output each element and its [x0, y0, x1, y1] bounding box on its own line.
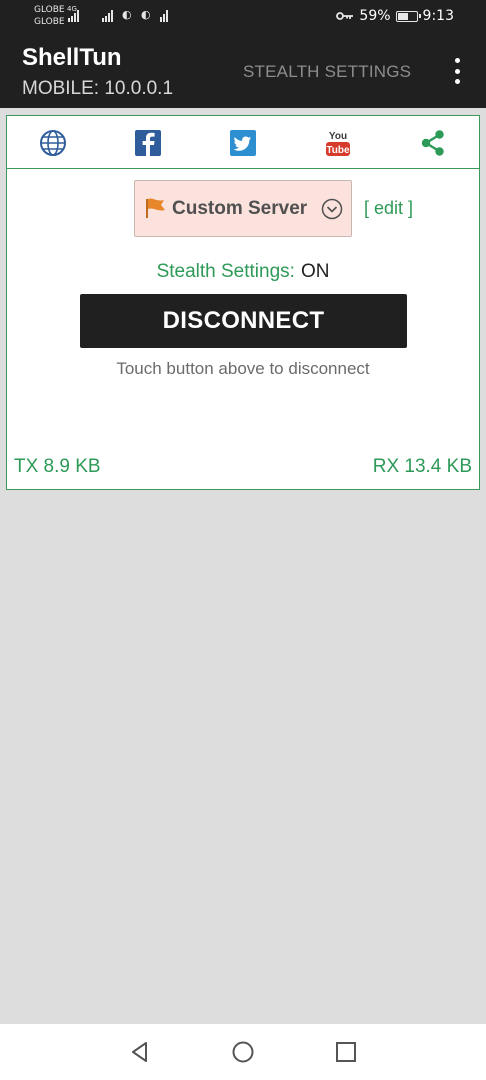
status-right: 59% 9:13 — [336, 8, 454, 24]
stealth-settings-label: Stealth Settings: — [156, 261, 295, 282]
menu-dot-icon — [454, 79, 460, 84]
flag-icon — [146, 198, 165, 218]
connection-card: You Tube Custom Server [ edit ] Stealth … — [6, 115, 480, 490]
carrier-1: GLOBE — [34, 5, 65, 15]
recents-icon[interactable] — [332, 1038, 360, 1066]
youtube-bottom-text: Tube — [326, 145, 350, 156]
globe-icon[interactable] — [38, 128, 68, 158]
app-bar: ShellTun MOBILE: 10.0.0.1 STEALTH SETTIN… — [0, 34, 486, 108]
signal-icon — [102, 10, 113, 22]
edit-server-link[interactable]: [ edit ] — [364, 198, 413, 219]
youtube-icon[interactable]: You Tube — [323, 128, 353, 158]
facebook-icon[interactable] — [133, 128, 163, 158]
stealth-settings-value: ON — [300, 261, 330, 282]
menu-dot-icon — [454, 68, 460, 74]
signal-icon — [68, 10, 79, 22]
tx-counter: TX 8.9 KB — [14, 456, 101, 477]
app-title: ShellTun — [22, 44, 122, 71]
share-icon[interactable] — [418, 128, 448, 158]
stealth-status-row: Stealth Settings: ON — [7, 261, 479, 283]
social-links-row: You Tube — [7, 116, 479, 169]
notification-icon: ◐ — [141, 8, 151, 21]
navigation-bar — [0, 1024, 486, 1080]
menu-dot-icon — [454, 58, 460, 63]
vpn-key-icon — [336, 12, 354, 20]
status-bar: GLOBE GLOBE 4G ◐ ◐ 59% 9:13 — [0, 0, 486, 34]
server-selector[interactable]: Custom Server — [134, 180, 352, 237]
back-icon[interactable] — [126, 1038, 154, 1066]
stealth-settings-button[interactable]: STEALTH SETTINGS — [243, 62, 411, 82]
battery-percent: 59% — [359, 8, 391, 24]
carrier-2: GLOBE — [34, 17, 65, 27]
clock: 9:13 — [422, 8, 454, 24]
battery-icon — [395, 10, 421, 22]
rx-counter: RX 13.4 KB — [372, 456, 472, 477]
disconnect-button[interactable]: DISCONNECT — [80, 294, 407, 348]
server-name-label: Custom Server — [172, 198, 308, 219]
carrier-labels: GLOBE GLOBE — [34, 4, 65, 28]
overflow-menu-button[interactable] — [452, 58, 462, 84]
disconnect-hint: Touch button above to disconnect — [116, 359, 370, 378]
chevron-down-icon — [321, 198, 343, 220]
mobile-ip-label: MOBILE: 10.0.0.1 — [22, 78, 174, 99]
home-icon[interactable] — [229, 1038, 257, 1066]
twitter-icon[interactable] — [228, 128, 258, 158]
notification-icon: ◐ — [122, 8, 132, 21]
wifi-signal-icon — [160, 10, 168, 22]
youtube-top-text: You — [329, 131, 347, 142]
